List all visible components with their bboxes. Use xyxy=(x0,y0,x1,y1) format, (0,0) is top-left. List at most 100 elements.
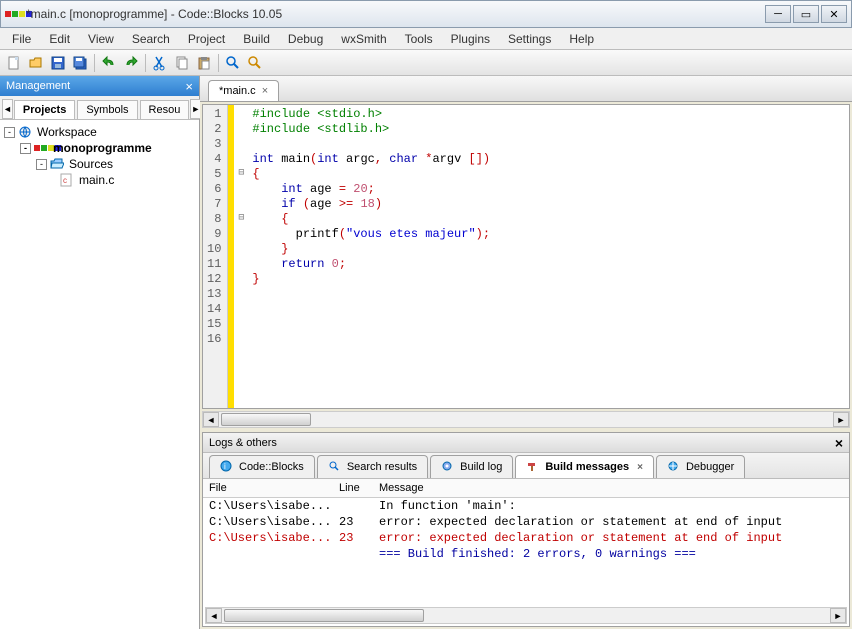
menubar: File Edit View Search Project Build Debu… xyxy=(0,28,852,50)
copy-icon[interactable] xyxy=(172,53,192,73)
info-icon: i xyxy=(220,460,234,474)
tree-file[interactable]: c main.c xyxy=(4,172,195,188)
tree-sources[interactable]: - Sources xyxy=(4,156,195,172)
menu-edit[interactable]: Edit xyxy=(41,30,78,48)
editor-tab[interactable]: *main.c × xyxy=(208,80,279,101)
gear-icon xyxy=(441,460,455,474)
tree-label: main.c xyxy=(79,173,114,187)
undo-icon[interactable] xyxy=(99,53,119,73)
editor-tab-label: *main.c xyxy=(219,85,256,97)
logs-tab-search[interactable]: Search results xyxy=(317,455,428,478)
save-all-icon[interactable] xyxy=(70,53,90,73)
editor-tab-bar: *main.c × xyxy=(200,76,852,102)
editor-hscroll[interactable]: ◄ ► xyxy=(202,411,850,428)
tab-resources[interactable]: Resou xyxy=(140,100,190,119)
tab-close-icon[interactable]: × xyxy=(637,462,643,473)
menu-wxsmith[interactable]: wxSmith xyxy=(333,30,394,48)
logs-hscroll[interactable]: ◄ ► xyxy=(205,607,847,624)
col-file[interactable]: File xyxy=(203,479,333,497)
table-row[interactable]: C:\Users\isabe...In function 'main': xyxy=(203,498,849,514)
menu-settings[interactable]: Settings xyxy=(500,30,559,48)
scroll-left-icon[interactable]: ◄ xyxy=(203,412,219,427)
cut-icon[interactable] xyxy=(150,53,170,73)
folder-open-icon xyxy=(50,157,66,171)
logs-tab-debugger[interactable]: Debugger xyxy=(656,455,745,478)
window-title: *main.c [monoprogramme] - Code::Blocks 1… xyxy=(26,7,765,21)
tree-project[interactable]: - monoprogramme xyxy=(4,140,195,156)
redo-icon[interactable] xyxy=(121,53,141,73)
open-file-icon[interactable] xyxy=(26,53,46,73)
find-icon[interactable] xyxy=(223,53,243,73)
col-line[interactable]: Line xyxy=(333,479,373,497)
toolbar xyxy=(0,50,852,76)
menu-build[interactable]: Build xyxy=(235,30,278,48)
hammer-icon xyxy=(526,460,540,474)
code-body[interactable]: #include <stdio.h>#include <stdlib.h>int… xyxy=(248,105,494,408)
logs-panel: Logs & others × iCode::Blocks Search res… xyxy=(202,432,850,627)
code-editor[interactable]: 12345678910111213141516 ⊟⊟ #include <std… xyxy=(202,104,850,409)
build-messages-table[interactable]: File Line Message C:\Users\isabe...In fu… xyxy=(203,479,849,607)
tabs-prev-icon[interactable]: ◄ xyxy=(2,99,13,119)
c-file-icon: c xyxy=(60,173,76,187)
management-close-icon[interactable]: × xyxy=(185,79,193,94)
minimize-button[interactable]: ─ xyxy=(765,5,791,23)
line-gutter: 12345678910111213141516 xyxy=(203,105,228,408)
tab-symbols[interactable]: Symbols xyxy=(77,100,137,119)
logs-header: Logs & others × xyxy=(203,433,849,453)
expander-icon[interactable]: - xyxy=(20,143,31,154)
expander-icon[interactable]: - xyxy=(36,159,47,170)
menu-search[interactable]: Search xyxy=(124,30,178,48)
editor-column: *main.c × 12345678910111213141516 ⊟⊟ #in… xyxy=(200,76,852,629)
menu-file[interactable]: File xyxy=(4,30,39,48)
table-row[interactable]: C:\Users\isabe...23error: expected decla… xyxy=(203,514,849,530)
tree-label: Sources xyxy=(69,157,113,171)
management-title: Management xyxy=(6,80,70,92)
management-header: Management × xyxy=(0,76,199,96)
svg-text:c: c xyxy=(63,176,67,185)
replace-icon[interactable] xyxy=(245,53,265,73)
project-icon xyxy=(34,141,50,155)
project-tree[interactable]: - Workspace - monoprogramme - Sources c … xyxy=(0,120,199,629)
logs-tabs: iCode::Blocks Search results Build log B… xyxy=(203,453,849,479)
scrollbar-thumb[interactable] xyxy=(221,413,311,426)
maximize-button[interactable]: ▭ xyxy=(793,5,819,23)
scroll-right-icon[interactable]: ► xyxy=(833,412,849,427)
save-icon[interactable] xyxy=(48,53,68,73)
menu-project[interactable]: Project xyxy=(180,30,233,48)
table-header: File Line Message xyxy=(203,479,849,498)
menu-plugins[interactable]: Plugins xyxy=(443,30,498,48)
col-message[interactable]: Message xyxy=(373,479,849,497)
app-icon xyxy=(5,6,21,22)
menu-debug[interactable]: Debug xyxy=(280,30,331,48)
fold-column[interactable]: ⊟⊟ xyxy=(234,105,248,408)
expander-icon[interactable]: - xyxy=(4,127,15,138)
menu-help[interactable]: Help xyxy=(561,30,602,48)
tree-label: Workspace xyxy=(37,125,97,139)
logs-tab-buildlog[interactable]: Build log xyxy=(430,455,513,478)
svg-text:i: i xyxy=(224,462,226,471)
menu-view[interactable]: View xyxy=(80,30,122,48)
tab-projects[interactable]: Projects xyxy=(14,100,75,119)
new-file-icon[interactable] xyxy=(4,53,24,73)
tab-close-icon[interactable]: × xyxy=(262,85,268,97)
debug-icon xyxy=(667,460,681,474)
scroll-right-icon[interactable]: ► xyxy=(830,608,846,623)
logs-close-icon[interactable]: × xyxy=(835,435,843,451)
logs-tab-codeblocks[interactable]: iCode::Blocks xyxy=(209,455,315,478)
table-row[interactable]: === Build finished: 2 errors, 0 warnings… xyxy=(203,546,849,562)
management-tabs: ◄ Projects Symbols Resou ► xyxy=(0,96,199,120)
scrollbar-thumb[interactable] xyxy=(224,609,424,622)
paste-icon[interactable] xyxy=(194,53,214,73)
menu-tools[interactable]: Tools xyxy=(397,30,441,48)
management-panel: Management × ◄ Projects Symbols Resou ► … xyxy=(0,76,200,629)
close-button[interactable]: ✕ xyxy=(821,5,847,23)
tree-label: monoprogramme xyxy=(53,141,152,155)
workspace-icon xyxy=(18,125,34,139)
logs-title: Logs & others xyxy=(209,437,277,449)
scroll-left-icon[interactable]: ◄ xyxy=(206,608,222,623)
tree-workspace[interactable]: - Workspace xyxy=(4,124,195,140)
table-row[interactable]: C:\Users\isabe...23error: expected decla… xyxy=(203,530,849,546)
titlebar: *main.c [monoprogramme] - Code::Blocks 1… xyxy=(0,0,852,28)
search-icon xyxy=(328,460,342,474)
logs-tab-buildmessages[interactable]: Build messages× xyxy=(515,455,654,478)
